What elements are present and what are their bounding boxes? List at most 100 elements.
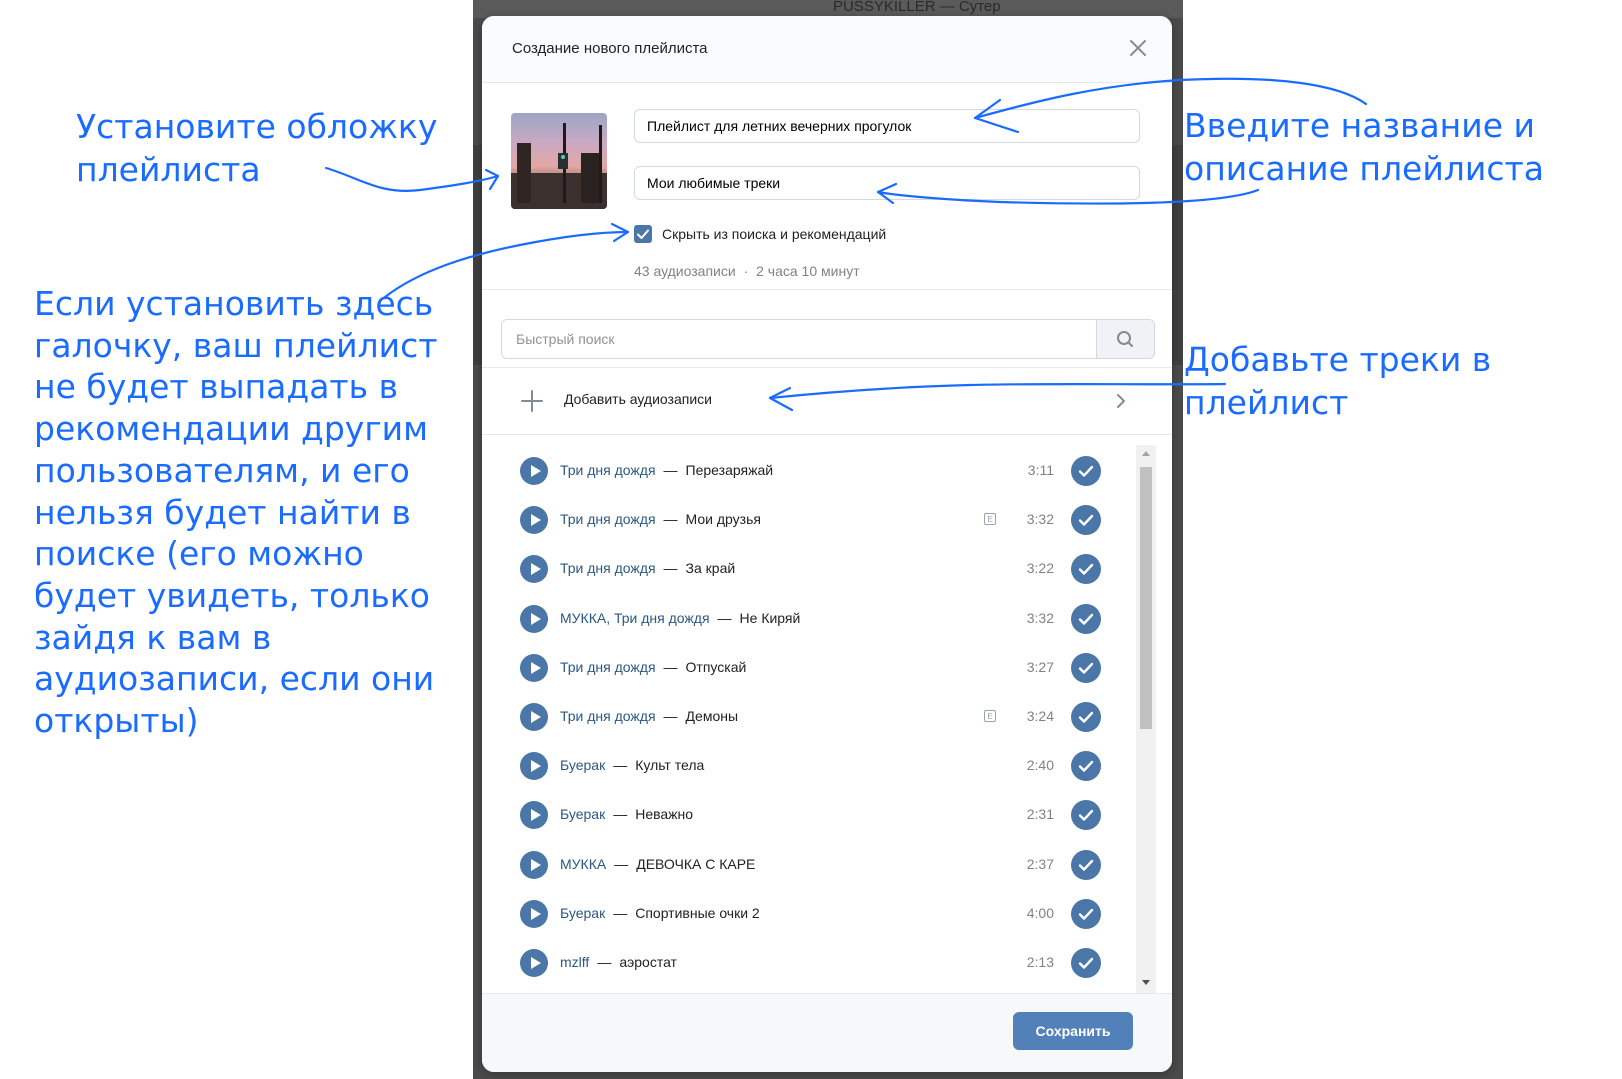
save-button[interactable]: Сохранить: [1013, 1012, 1133, 1050]
explicit-badge: E: [984, 710, 996, 722]
check-icon: [637, 229, 649, 239]
track-row[interactable]: Три дня дождя — Мои друзья E 3:32: [482, 500, 1122, 540]
play-icon[interactable]: [520, 801, 548, 830]
explicit-badge: E: [984, 513, 996, 526]
play-icon[interactable]: [520, 604, 548, 633]
track-row[interactable]: Три дня дождя — Отпускай 3:27: [482, 648, 1122, 688]
track-dash: —: [717, 609, 732, 626]
track-selected-check[interactable]: [1071, 800, 1101, 831]
track-title: ДЕВОЧКА С КАРЕ: [636, 855, 756, 872]
track-artist[interactable]: Три дня дождя: [560, 659, 656, 675]
track-selected-check[interactable]: [1071, 554, 1101, 585]
play-icon[interactable]: [520, 899, 548, 928]
track-artist[interactable]: МУККА, Три дня дождя: [560, 610, 710, 626]
annotation-line: открыты): [34, 701, 199, 741]
play-icon[interactable]: [520, 949, 548, 977]
close-button[interactable]: [1126, 36, 1150, 60]
check-icon: [1078, 908, 1094, 920]
scroll-thumb[interactable]: [1140, 467, 1152, 729]
track-text: МУККА, Три дня дождя — Не Киряй: [560, 610, 800, 626]
track-row[interactable]: МУККА — ДЕВОЧКА С КАРЕ 2:37: [482, 845, 1122, 885]
track-selected-check[interactable]: [1071, 603, 1101, 634]
cover-annotation: Установите обложку плейлиста: [76, 105, 437, 191]
track-selected-check[interactable]: [1071, 652, 1101, 683]
annotation-line: не будет выпадать в: [34, 367, 399, 407]
track-count: 43 аудиозаписи: [634, 263, 736, 279]
track-dash: —: [663, 560, 678, 577]
track-row[interactable]: mzlff — аэростат 2:13: [482, 943, 1122, 983]
track-row[interactable]: МУККА, Три дня дождя — Не Киряй 3:32: [482, 599, 1122, 639]
track-artist[interactable]: Буерак: [560, 905, 605, 921]
add-audio-label: Добавить аудиозаписи: [564, 391, 712, 407]
track-title: аэростат: [619, 954, 677, 970]
name-annotation: Введите название и описание плейлиста: [1184, 104, 1544, 190]
scroll-up-arrow[interactable]: [1142, 451, 1150, 456]
annotation-line: аудиозаписи, если они: [34, 659, 435, 699]
track-dash: —: [613, 757, 628, 774]
track-artist[interactable]: mzlff: [560, 954, 589, 970]
scroll-down-arrow[interactable]: [1142, 980, 1150, 985]
divider: [482, 289, 1172, 290]
play-icon[interactable]: [520, 653, 548, 682]
track-title: Спортивные очки 2: [635, 904, 760, 921]
annotation-line: рекомендации другим: [34, 409, 429, 449]
add-audio-button[interactable]: Добавить аудиозаписи: [482, 368, 1172, 434]
track-artist[interactable]: Три дня дождя: [560, 511, 656, 527]
annotation-line: плейлиста: [76, 150, 261, 189]
annotation-line: зайдя к вам в: [34, 617, 272, 657]
meta-separator: ·: [743, 263, 749, 279]
track-dash: —: [597, 954, 612, 970]
track-selected-check[interactable]: [1071, 849, 1101, 880]
playlist-description-input[interactable]: [634, 166, 1140, 200]
play-icon[interactable]: [520, 752, 548, 781]
track-selected-check[interactable]: [1071, 898, 1101, 929]
track-artist[interactable]: Буерак: [560, 757, 605, 773]
track-row[interactable]: Буерак — Спортивные очки 2 4:00: [482, 894, 1122, 934]
track-artist[interactable]: Три дня дождя: [560, 462, 656, 478]
track-artist[interactable]: Буерак: [560, 806, 605, 822]
track-artist[interactable]: МУККА: [560, 856, 606, 872]
scrollbar[interactable]: [1136, 445, 1156, 993]
track-duration: 3:24: [1026, 708, 1054, 724]
check-icon: [1078, 711, 1094, 723]
play-icon[interactable]: [520, 506, 548, 535]
playlist-meta: 43 аудиозаписи · 2 часа 10 минут: [634, 263, 860, 279]
create-playlist-modal: Создание нового плейлиста Скрыть из поис…: [482, 16, 1172, 1072]
track-dash: —: [613, 806, 628, 823]
track-selected-check[interactable]: [1071, 505, 1101, 536]
search-input[interactable]: [502, 320, 1096, 358]
track-selected-check[interactable]: [1071, 456, 1101, 486]
playlist-name-input[interactable]: [634, 109, 1140, 143]
track-text: Три дня дождя — За край: [560, 560, 735, 576]
play-icon[interactable]: [520, 850, 548, 879]
playlist-cover[interactable]: [511, 113, 607, 209]
track-selected-check[interactable]: [1071, 751, 1101, 782]
check-icon: [1078, 613, 1094, 625]
track-row[interactable]: Три дня дождя — Перезаряжай 3:11: [482, 451, 1122, 491]
check-icon: [1078, 859, 1094, 871]
play-icon[interactable]: [520, 555, 548, 584]
annotation-line: плейлист: [1184, 383, 1349, 422]
track-title: Мои друзья: [685, 511, 761, 528]
track-title: За край: [685, 560, 736, 577]
hide-from-search-checkbox[interactable]: [634, 225, 652, 243]
check-icon: [1078, 662, 1094, 674]
search-button[interactable]: [1096, 320, 1154, 358]
track-selected-check[interactable]: [1071, 948, 1101, 978]
track-selected-check[interactable]: [1071, 702, 1101, 732]
track-title: Не Киряй: [739, 609, 801, 626]
annotation-line: будет увидеть, только: [34, 575, 430, 615]
cover-image: [511, 123, 607, 209]
track-text: Три дня дождя — Отпускай: [560, 659, 746, 675]
track-row[interactable]: Три дня дождя — Демоны E 3:24: [482, 697, 1122, 737]
track-row[interactable]: Три дня дождя — За край 3:22: [482, 549, 1122, 589]
track-artist[interactable]: Три дня дождя: [560, 708, 656, 724]
play-icon[interactable]: [520, 703, 548, 731]
play-icon[interactable]: [520, 457, 548, 485]
track-row[interactable]: Буерак — Культ тела 2:40: [482, 746, 1122, 786]
track-title: Отпускай: [685, 658, 747, 675]
chevron-right-icon: [1117, 394, 1125, 408]
track-row[interactable]: Буерак — Неважно 2:31: [482, 795, 1122, 835]
track-dash: —: [613, 904, 628, 921]
track-artist[interactable]: Три дня дождя: [560, 560, 656, 576]
